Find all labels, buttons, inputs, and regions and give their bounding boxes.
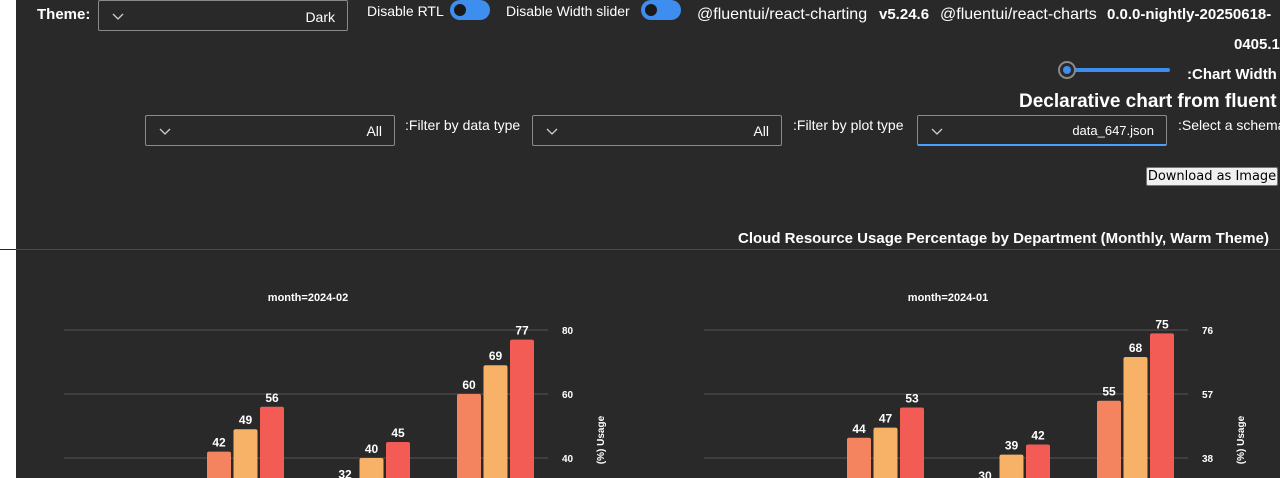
- rtl-toggle-label: Disable RTL: [367, 3, 444, 19]
- schema-select-label: :Select a schema: [1178, 117, 1280, 133]
- bar: [1097, 400, 1121, 478]
- data-type-filter-dropdown[interactable]: All: [145, 115, 395, 146]
- bar: [207, 451, 231, 478]
- chevron-down-icon: [159, 128, 171, 135]
- toggle-knob: [454, 4, 466, 16]
- divider: [0, 249, 1280, 250]
- bar: [483, 365, 508, 478]
- rtl-toggle[interactable]: [450, 0, 490, 20]
- data-label: 47: [879, 412, 893, 426]
- data-label: 42: [212, 436, 226, 450]
- data-label: 45: [391, 426, 405, 440]
- data-type-filter-value: All: [366, 123, 382, 139]
- width-toggle-label: Disable Width slider: [506, 3, 630, 19]
- data-label: 49: [239, 413, 253, 427]
- data-label: 75: [1155, 317, 1169, 331]
- y-tick-label: 76: [1202, 326, 1214, 337]
- bar: [1150, 333, 1174, 478]
- subplot-title: month=2024-01: [908, 292, 988, 304]
- data-label: 56: [265, 391, 279, 405]
- chart-width-slider-thumb[interactable]: [1058, 61, 1076, 79]
- width-slider-toggle[interactable]: [641, 0, 681, 20]
- charts-version-line2: 0405.1: [1234, 36, 1280, 53]
- left-panel-edge: [0, 0, 16, 478]
- data-label: 40: [365, 442, 379, 456]
- bar: [873, 427, 898, 478]
- chart-width-slider-track[interactable]: [1066, 68, 1170, 72]
- plot-type-filter-label: :Filter by plot type: [793, 117, 904, 133]
- bar: [457, 394, 481, 478]
- y-tick-label: 38: [1202, 454, 1214, 465]
- bar: [359, 458, 384, 478]
- bar: [1026, 444, 1050, 478]
- data-label: 68: [1129, 341, 1143, 355]
- data-label: 53: [905, 391, 919, 405]
- bar: [260, 406, 284, 478]
- chevron-down-icon: [931, 128, 943, 135]
- divider-edge: [0, 249, 16, 250]
- chevron-down-icon: [112, 13, 124, 20]
- page-heading: Declarative chart from fluent: [1019, 91, 1277, 112]
- y-tick-label: 80: [562, 326, 574, 337]
- data-label: 60: [462, 378, 476, 392]
- download-image-button[interactable]: Download as Image: [1146, 167, 1278, 186]
- theme-dropdown[interactable]: Dark: [98, 0, 348, 31]
- bar: [386, 442, 410, 478]
- bar: [847, 437, 871, 478]
- schema-select-dropdown[interactable]: data_647.json: [917, 115, 1167, 146]
- bar: [1123, 356, 1148, 478]
- schema-select-value: data_647.json: [1072, 123, 1154, 138]
- charts-version-line1: 0.0.0-nightly-20250618-: [1107, 6, 1272, 23]
- bar: [510, 339, 534, 478]
- bar: [999, 454, 1024, 478]
- charts-package-name: @fluentui/react-charts: [940, 6, 1097, 23]
- data-label: 32: [338, 468, 352, 478]
- chart-width-label: :Chart Width: [1187, 66, 1277, 83]
- data-label: 44: [852, 422, 866, 436]
- charting-package-name: @fluentui/react-charting: [697, 6, 868, 23]
- y-tick-label: 40: [562, 454, 574, 465]
- data-label: 30: [978, 469, 992, 478]
- y-axis-label: (%) Usage: [1236, 415, 1247, 464]
- subplot-title: month=2024-02: [268, 292, 348, 304]
- plot-type-filter-value: All: [753, 123, 769, 139]
- bar: [900, 407, 924, 478]
- data-label: 77: [515, 324, 529, 338]
- y-axis-label: (%) Usage: [596, 415, 607, 464]
- y-tick-label: 60: [562, 390, 574, 401]
- plot-type-filter-dropdown[interactable]: All: [532, 115, 782, 146]
- chart-title: Cloud Resource Usage Percentage by Depar…: [738, 230, 1269, 247]
- data-label: 55: [1102, 385, 1116, 399]
- charting-version: v5.24.6: [879, 6, 930, 23]
- chevron-down-icon: [546, 128, 558, 135]
- bar: [233, 429, 258, 478]
- theme-value: Dark: [305, 9, 335, 25]
- toggle-knob: [645, 4, 657, 16]
- y-tick-label: 57: [1202, 390, 1214, 401]
- data-label: 42: [1031, 429, 1045, 443]
- theme-label: Theme:: [37, 6, 91, 23]
- data-label: 39: [1005, 439, 1019, 453]
- data-type-filter-label: :Filter by data type: [405, 117, 521, 133]
- data-label: 69: [489, 349, 503, 363]
